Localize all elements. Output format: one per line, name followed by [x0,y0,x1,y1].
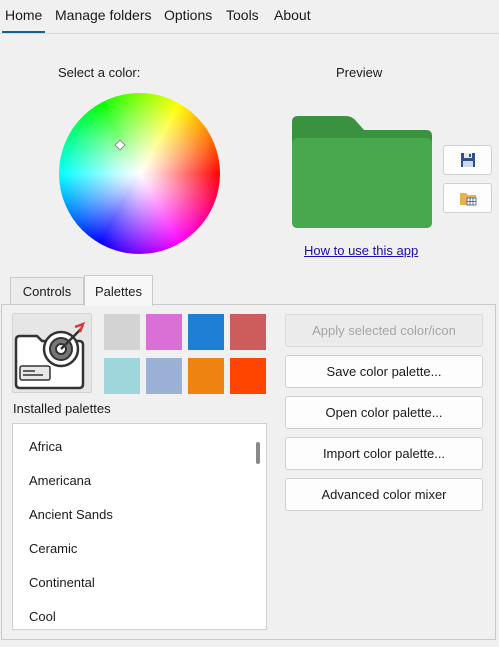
palette-preview-tile[interactable] [12,313,92,393]
save-icon-button[interactable] [443,145,492,175]
tab-controls[interactable]: Controls [10,277,84,305]
apply-color-button[interactable]: Apply selected color/icon [285,314,483,347]
open-folder-icon-button[interactable] [443,183,492,213]
list-item[interactable]: Americana [29,473,91,488]
list-item[interactable]: Ceramic [29,541,77,556]
menu-tools[interactable]: Tools [226,7,259,23]
color-wheel[interactable] [59,93,220,254]
palette-swatch[interactable] [188,358,224,394]
menu-manage-folders[interactable]: Manage folders [55,7,152,23]
list-scrollbar[interactable] [256,442,260,464]
open-palette-button[interactable]: Open color palette... [285,396,483,429]
save-palette-button[interactable]: Save color palette... [285,355,483,388]
folder-grid-icon [459,193,476,206]
palette-swatch[interactable] [230,314,266,350]
menu-home[interactable]: Home [1,7,46,33]
list-item[interactable]: Cool [29,609,56,624]
list-item[interactable]: Ancient Sands [29,507,113,522]
palette-swatch[interactable] [104,314,140,350]
palette-swatch[interactable] [146,314,182,350]
palette-swatch[interactable] [230,358,266,394]
list-item[interactable]: Africa [29,439,62,454]
save-floppy-icon [460,153,475,167]
palette-swatch[interactable] [104,358,140,394]
menu-about[interactable]: About [274,7,311,23]
preview-label: Preview [336,65,383,80]
palette-swatch[interactable] [146,358,182,394]
tab-palettes[interactable]: Palettes [84,275,153,306]
how-to-use-link[interactable]: How to use this app [304,243,418,258]
palette-list[interactable]: Africa Americana Ancient Sands Ceramic C… [12,423,267,630]
palette-swatch[interactable] [188,314,224,350]
menu-bar: Home Manage folders Options Tools About [0,0,499,34]
list-item[interactable]: Continental [29,575,95,590]
folder-preview-icon [292,116,432,228]
folder-target-icon [14,321,86,390]
installed-palettes-label: Installed palettes [13,401,111,416]
menu-options[interactable]: Options [164,7,212,23]
select-color-label: Select a color: [58,65,141,80]
import-palette-button[interactable]: Import color palette... [285,437,483,470]
advanced-mixer-button[interactable]: Advanced color mixer [285,478,483,511]
